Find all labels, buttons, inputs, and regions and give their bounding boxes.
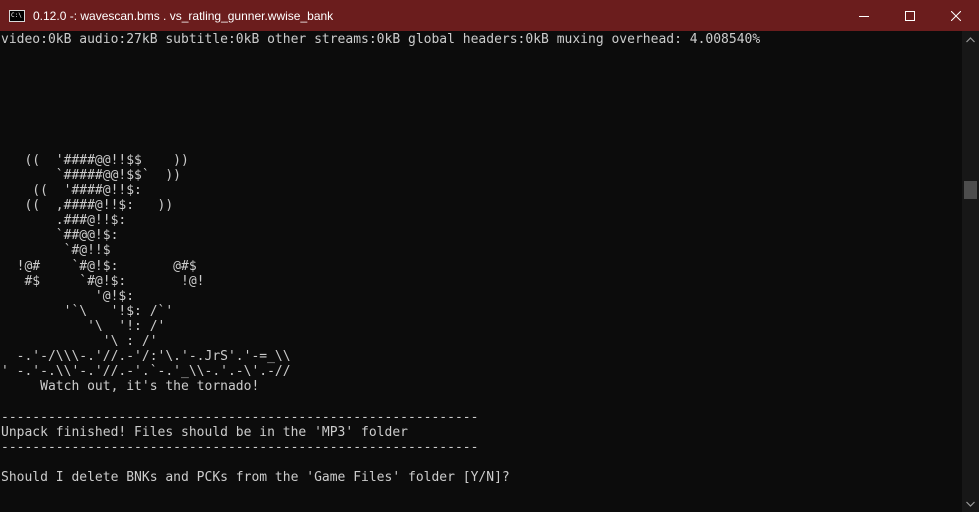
console-line: (( ,####@!!$: )) [1, 198, 174, 214]
console-output[interactable]: video:0kB audio:27kB subtitle:0kB other … [0, 31, 962, 512]
console-line: `#####@@!$$` )) [1, 167, 182, 183]
console-window: C:\ 0.12.0 -: wavescan.bms . vs_ratling_… [0, 0, 979, 512]
console-line: -.'-/\\\-.'//.-'/:'\.'-.JrS'.'-=_\\ [1, 349, 291, 365]
scroll-down-arrow-icon [966, 501, 975, 507]
console-app-icon[interactable]: C:\ [9, 9, 25, 22]
close-icon [951, 10, 961, 21]
minimize-button[interactable] [841, 0, 887, 31]
maximize-icon [905, 10, 915, 21]
console-line: ----------------------------------------… [1, 439, 479, 455]
console-line: (( '####@@!!$$ )) [1, 152, 189, 168]
console-line: Should I delete BNKs and PCKs from the '… [1, 469, 510, 485]
console-line: '\ '!: /' [1, 318, 166, 334]
console-line: #$ `#@!$: !@! [1, 273, 205, 289]
console-line: .###@!!$: [1, 213, 127, 229]
scroll-down-button[interactable] [962, 495, 979, 512]
console-line: '`\ '!$: /`' [1, 303, 174, 319]
console-line: '\ : /' [1, 334, 158, 349]
console-line: `#@!!$ [1, 243, 111, 259]
console-line: ' -.'-.\\'-.'//.-'.`-.'_\\-.'.-\'.-// [1, 364, 291, 380]
console-line: (( '####@!!$: [1, 183, 142, 198]
scroll-up-arrow-icon [966, 36, 975, 42]
window-title: 0.12.0 -: wavescan.bms . vs_ratling_gunn… [33, 8, 334, 23]
console-line: ----------------------------------------… [1, 409, 479, 425]
console-line: Unpack finished! Files should be in the … [1, 424, 408, 440]
console-line: `##@@!$: [1, 228, 119, 244]
vertical-scrollbar[interactable] [962, 31, 979, 512]
close-button[interactable] [933, 0, 979, 31]
scroll-up-button[interactable] [962, 31, 979, 48]
console-line: Watch out, it's the tornado! [1, 379, 260, 395]
console-line: '@!$: [1, 288, 135, 304]
minimize-icon [859, 15, 869, 17]
maximize-button[interactable] [887, 0, 933, 31]
scroll-thumb[interactable] [964, 180, 977, 199]
title-bar[interactable]: C:\ 0.12.0 -: wavescan.bms . vs_ratling_… [0, 0, 979, 31]
console-line: !@# `#@!$: @#$ [1, 258, 197, 274]
console-line: video:0kB audio:27kB subtitle:0kB other … [1, 32, 761, 47]
